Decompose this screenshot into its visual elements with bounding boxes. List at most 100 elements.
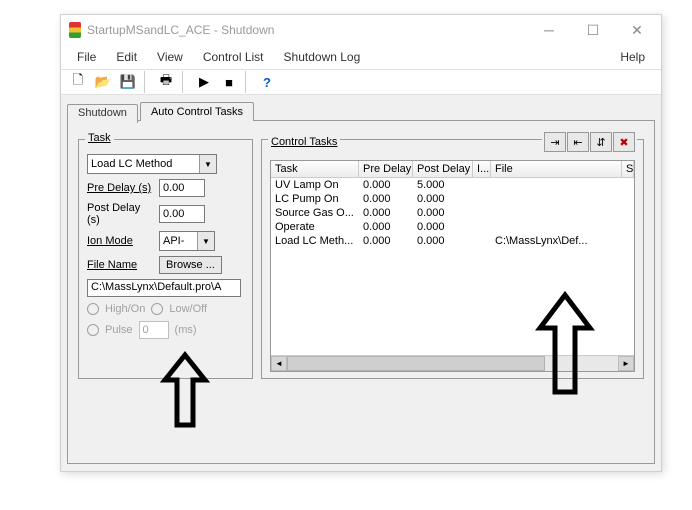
task-legend: Task — [85, 132, 114, 144]
list-header: Task Pre Delay Post Delay I... File S — [271, 161, 634, 178]
menu-file[interactable]: File — [67, 47, 106, 67]
radio-pulse — [87, 324, 99, 336]
cell-pre: 0.000 — [359, 192, 413, 206]
cell-post: 0.000 — [413, 220, 473, 234]
window-title: StartupMSandLC_ACE - Shutdown — [87, 23, 527, 37]
cell-task: UV Lamp On — [271, 178, 359, 192]
app-window: StartupMSandLC_ACE - Shutdown ─ ☐ ✕ File… — [60, 14, 662, 472]
radio-pulse-label: Pulse — [105, 324, 133, 336]
stop-icon[interactable]: ■ — [218, 71, 240, 93]
pulse-unit-label: (ms) — [175, 324, 197, 336]
pre-delay-label: Pre Delay (s) — [87, 182, 155, 194]
cell-s — [622, 220, 634, 234]
pre-delay-input[interactable] — [159, 179, 205, 197]
header-post-delay[interactable]: Post Delay — [413, 161, 473, 177]
ion-mode-value: API- — [163, 235, 184, 247]
scroll-left-icon[interactable]: ◄ — [271, 356, 287, 371]
ion-mode-dropdown[interactable]: API- — [159, 231, 215, 251]
header-i[interactable]: I... — [473, 161, 491, 177]
task-method-value: Load LC Method — [91, 158, 172, 170]
post-delay-label: Post Delay (s) — [87, 202, 155, 226]
cell-i — [473, 206, 491, 220]
scroll-thumb[interactable] — [287, 356, 545, 371]
delete-task-icon[interactable]: ✖ — [613, 132, 635, 152]
cell-pre: 0.000 — [359, 234, 413, 248]
cell-post: 5.000 — [413, 178, 473, 192]
scroll-right-icon[interactable]: ► — [618, 356, 634, 371]
pulse-input — [139, 321, 169, 339]
cell-pre: 0.000 — [359, 206, 413, 220]
table-row[interactable]: Operate0.0000.000 — [271, 220, 634, 234]
play-icon[interactable]: ▶ — [193, 71, 215, 93]
toolbar: 🗋 📂 💾 🖶 ▶ ■ ? — [61, 69, 661, 95]
separator — [245, 71, 251, 93]
cell-file: C:\MassLynx\Def... — [491, 234, 622, 248]
tab-shutdown[interactable]: Shutdown — [67, 104, 138, 123]
radio-high-label: High/On — [105, 303, 145, 315]
cell-s — [622, 206, 634, 220]
menu-shutdown-log[interactable]: Shutdown Log — [274, 47, 371, 67]
move-up-icon[interactable]: ⇤ — [567, 132, 589, 152]
task-method-dropdown[interactable]: Load LC Method — [87, 154, 217, 174]
menubar: File Edit View Control List Shutdown Log… — [61, 45, 661, 69]
radio-high-low-row: High/On Low/Off — [87, 303, 244, 315]
help-icon[interactable]: ? — [256, 71, 278, 93]
header-file[interactable]: File — [491, 161, 622, 177]
menu-view[interactable]: View — [147, 47, 193, 67]
tab-strip: Shutdown Auto Control Tasks — [67, 102, 655, 121]
table-row[interactable]: Source Gas O...0.0000.000 — [271, 206, 634, 220]
titlebar: StartupMSandLC_ACE - Shutdown ─ ☐ ✕ — [61, 15, 661, 45]
separator — [182, 71, 188, 93]
radio-low-label: Low/Off — [169, 303, 207, 315]
menu-help[interactable]: Help — [610, 47, 655, 67]
browse-button[interactable]: Browse ... — [159, 256, 222, 274]
cell-s — [622, 234, 634, 248]
table-row[interactable]: Load LC Meth...0.0000.000C:\MassLynx\Def… — [271, 234, 634, 248]
list-body[interactable]: UV Lamp On0.0005.000LC Pump On0.0000.000… — [271, 178, 634, 355]
header-pre-delay[interactable]: Pre Delay — [359, 161, 413, 177]
radio-high-on — [87, 303, 99, 315]
cell-file — [491, 192, 622, 206]
table-row[interactable]: LC Pump On0.0000.000 — [271, 192, 634, 206]
scroll-track[interactable] — [287, 356, 618, 371]
control-tasks-fieldset: Control Tasks ⇥ ⇤ ⇵ ✖ Task Pre Delay Pos… — [261, 139, 644, 379]
cell-pre: 0.000 — [359, 220, 413, 234]
open-icon[interactable]: 📂 — [92, 71, 114, 93]
tab-auto-control-tasks[interactable]: Auto Control Tasks — [140, 102, 254, 121]
minimize-button[interactable]: ─ — [527, 16, 571, 44]
cell-task: LC Pump On — [271, 192, 359, 206]
print-icon[interactable]: 🖶 — [155, 71, 177, 93]
cell-post: 0.000 — [413, 192, 473, 206]
cell-i — [473, 234, 491, 248]
cell-post: 0.000 — [413, 206, 473, 220]
cell-i — [473, 192, 491, 206]
cell-i — [473, 178, 491, 192]
control-tasks-legend: Control Tasks — [268, 136, 340, 148]
move-down-icon[interactable]: ⇵ — [590, 132, 612, 152]
control-tasks-list: Task Pre Delay Post Delay I... File S UV… — [270, 160, 635, 372]
cell-file — [491, 178, 622, 192]
separator — [144, 71, 150, 93]
cell-i — [473, 220, 491, 234]
horizontal-scrollbar[interactable]: ◄ ► — [271, 355, 634, 371]
cell-task: Operate — [271, 220, 359, 234]
post-delay-input[interactable] — [159, 205, 205, 223]
new-icon[interactable]: 🗋 — [67, 71, 89, 93]
file-name-input[interactable]: C:\MassLynx\Default.pro\A — [87, 279, 241, 297]
header-task[interactable]: Task — [271, 161, 359, 177]
menu-control-list[interactable]: Control List — [193, 47, 274, 67]
save-icon[interactable]: 💾 — [117, 71, 139, 93]
menu-edit[interactable]: Edit — [106, 47, 147, 67]
close-button[interactable]: ✕ — [615, 16, 659, 44]
cell-pre: 0.000 — [359, 178, 413, 192]
maximize-button[interactable]: ☐ — [571, 16, 615, 44]
cell-s — [622, 178, 634, 192]
add-task-icon[interactable]: ⇥ — [544, 132, 566, 152]
app-icon — [69, 22, 81, 38]
header-s[interactable]: S — [622, 161, 634, 177]
table-row[interactable]: UV Lamp On0.0005.000 — [271, 178, 634, 192]
ion-mode-label: Ion Mode — [87, 235, 155, 247]
file-name-label: File Name — [87, 259, 155, 271]
cell-task: Load LC Meth... — [271, 234, 359, 248]
tab-panel-auto: Task Load LC Method Pre Delay (s) Post D… — [67, 120, 655, 464]
